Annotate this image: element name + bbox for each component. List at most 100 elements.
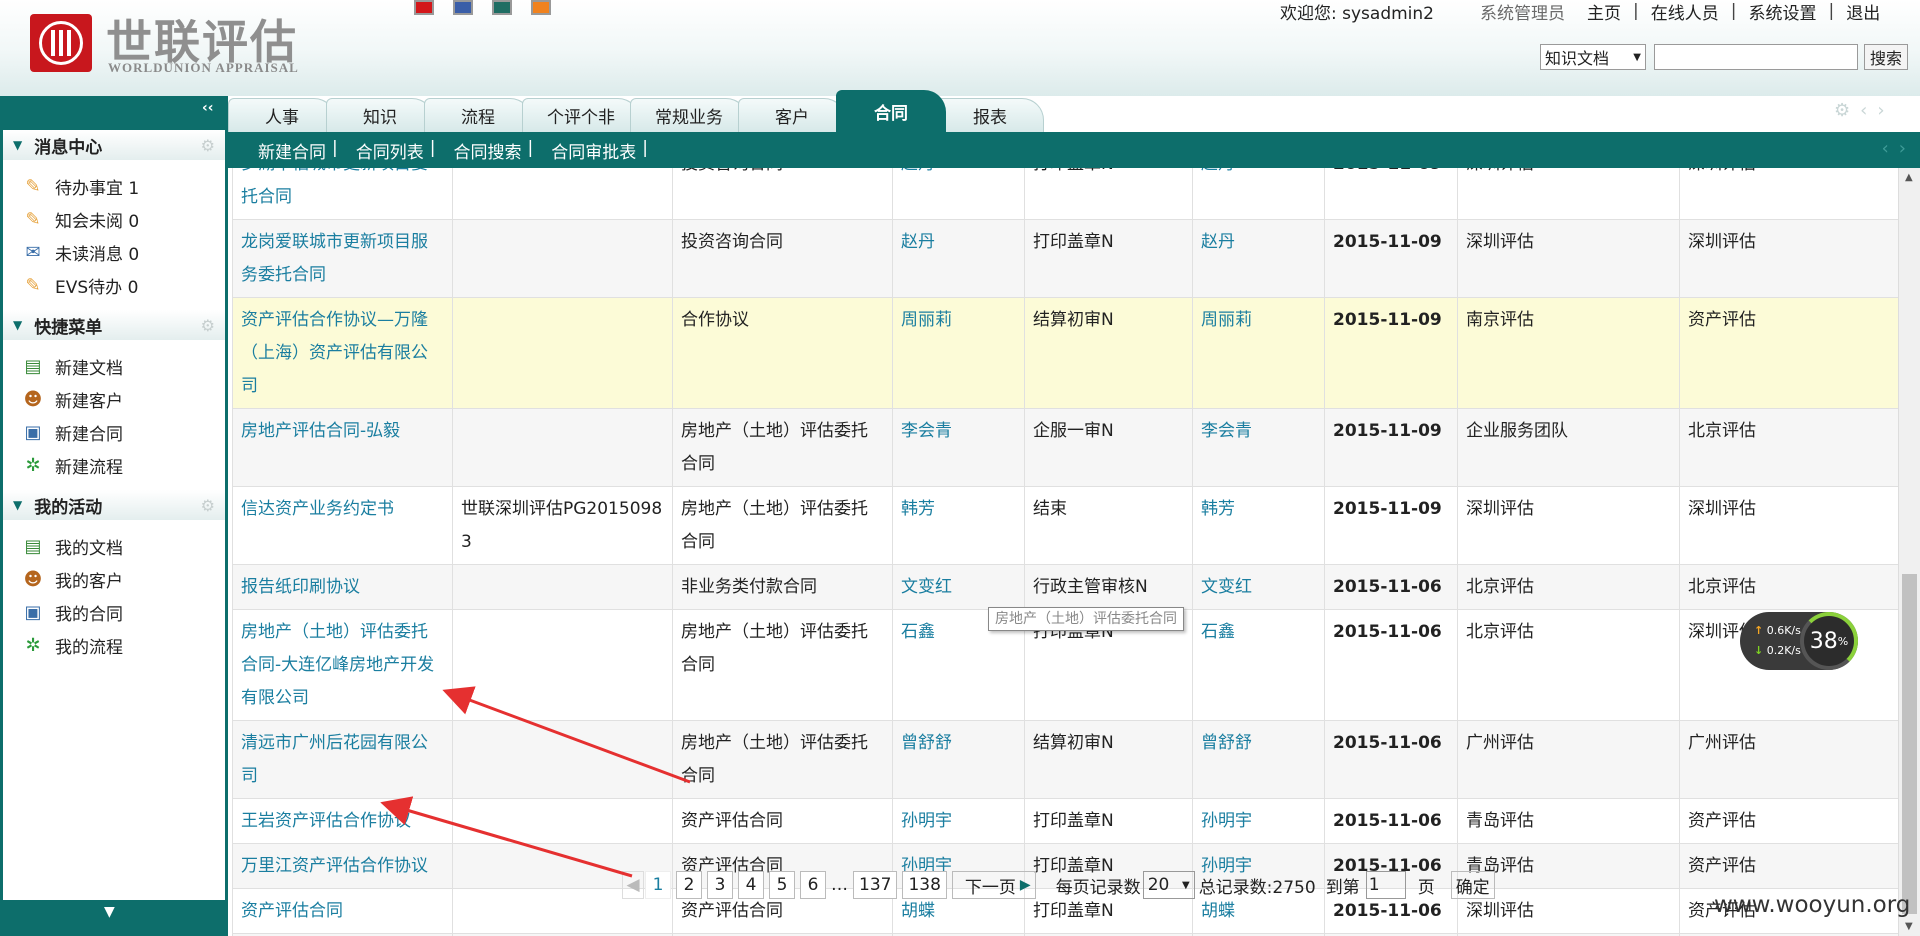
table-cell[interactable]: 文变红 [1192,564,1325,610]
gear-icon[interactable]: ⚙ [1834,100,1850,121]
table-cell[interactable]: 孙明宇 [892,798,1025,844]
sidebar-section-header[interactable]: ▼ 我的活动 ⚙ [3,490,225,520]
page-button[interactable]: 5 [769,871,795,899]
goto-page-input[interactable]: 1 [1365,871,1406,899]
table-row[interactable]: 龙岗爱联城市更新项目服务委托合同 投资咨询合同 赵丹 打印盖章N 赵丹 2015-11-0… [232,219,1901,298]
sidebar-item[interactable]: ▤ 新建文档 [21,350,225,383]
sidebar-item[interactable]: ✉ 未读消息 0 [21,236,225,269]
logout-link[interactable]: 退出 [1846,0,1880,24]
table-cell[interactable]: 龙岗爱联城市更新项目服务委托合同 [232,219,453,298]
table-cell[interactable]: 房地产评估合同-弘毅 [232,408,453,487]
table-cell[interactable]: 韩芳 [892,486,1025,565]
table-cell[interactable]: 韩芳 [1192,486,1325,565]
table-cell[interactable]: 赵丹 [892,219,1025,298]
sidebar-item[interactable]: ☻ 新建客户 [21,383,225,416]
network-monitor-widget[interactable]: ↑ 0.6K/s ↓ 0.2K/s 38% [1740,612,1858,670]
table-cell[interactable]: 赵丹 [1192,219,1325,298]
sidebar-item[interactable]: ✎ 知会未阅 0 [21,203,225,236]
table-cell[interactable]: 万里江资产评估合作协议 [232,843,453,889]
table-cell[interactable]: 周丽莉 [1192,297,1325,409]
tab-6[interactable]: 合同 [836,90,946,132]
per-page-select[interactable]: 20 ▼ [1142,871,1195,899]
chevron-right-icon[interactable]: › [1899,138,1906,159]
page-button[interactable]: 138 [902,871,947,899]
table-row[interactable]: 清远市广州后花园有限公司 房地产（土地）评估委托合同 曾舒舒 结算初审N 曾舒舒 2015… [232,720,1901,799]
table-cell[interactable]: 资产评估合作协议—万隆（上海）资产评估有限公司 [232,297,453,409]
chevron-left-icon[interactable]: ‹ [1860,100,1867,121]
table-cell[interactable]: 信达资产业务约定书 [232,486,453,565]
table-cell[interactable]: 曾舒舒 [892,720,1025,799]
sidebar-item[interactable]: ✎ 待办事宜 1 [21,170,225,203]
prev-page-icon[interactable]: ◀ [622,871,644,899]
sidebar-item[interactable]: ✲ 我的流程 [21,629,225,662]
tab-0[interactable]: 人事 [228,98,336,132]
table-row[interactable]: 资产评估合作协议—万隆（上海）资产评估有限公司 合作协议 周丽莉 结算初审N 周丽莉 20… [232,297,1901,409]
table-cell[interactable]: 王岩资产评估合作协议 [232,798,453,844]
scroll-down-icon[interactable]: ▼ [1905,921,1913,932]
table-cell[interactable]: 清远市广州后花园有限公司 [232,720,453,799]
tab-5[interactable]: 客户 [738,98,846,132]
scrollbar-thumb[interactable] [1902,574,1917,914]
skin-swatch[interactable] [453,0,473,15]
table-cell[interactable]: 曾舒舒 [1192,720,1325,799]
online-users-link[interactable]: 在线人员 [1651,0,1719,24]
gear-icon[interactable]: ⚙ [201,136,215,155]
table-cell[interactable]: 石鑫 [1192,609,1325,721]
tab-3[interactable]: 个评个非 [522,98,640,132]
search-input[interactable] [1654,44,1858,70]
collapse-left-icon[interactable]: ‹‹ [202,100,214,116]
chevron-down-icon[interactable]: ▼ [104,904,115,920]
chevron-left-icon[interactable]: ‹ [1882,138,1889,159]
table-cell[interactable]: 罗湖早稻城市更新项目委托合同 [232,168,453,220]
page-button[interactable]: 1 [645,871,671,899]
sidebar-section-header[interactable]: ▼ 快捷菜单 ⚙ [3,310,225,340]
table-row[interactable]: 罗湖早稻城市更新项目委托合同投资咨询合同赵丹打印盖章N赵丹2015-11-09深… [232,168,1901,220]
page-button[interactable]: 4 [738,871,764,899]
gear-icon[interactable]: ⚙ [201,496,215,515]
confirm-button[interactable]: 确定 [1450,871,1495,899]
sidebar-item[interactable]: ✎ EVS待办 0 [21,269,225,302]
vertical-scrollbar[interactable]: ▲ ▼ [1898,168,1920,936]
table-cell[interactable]: 赵丹 [892,168,1025,220]
table-cell[interactable]: 赵丹 [1192,168,1325,220]
skin-swatch[interactable] [531,0,551,15]
table-row[interactable]: 信达资产业务约定书 世联深圳评估PG20150983 房地产（土地）评估委托合同 韩芳… [232,486,1901,565]
next-page-button[interactable]: 下一页 ▶ [951,871,1036,899]
table-cell[interactable]: 孙明宇 [1192,798,1325,844]
chevron-right-icon[interactable]: › [1877,100,1884,121]
page-button[interactable]: 6 [800,871,826,899]
table-cell[interactable]: 资产评估合同 [232,888,453,934]
table-cell[interactable]: 房地产（土地）评估委托合同-大连亿峰房地产开发有限公司 [232,609,453,721]
tab-1[interactable]: 知识 [326,98,434,132]
sidebar-item[interactable]: ☻ 我的客户 [21,563,225,596]
sidebar-item[interactable]: ✲ 新建流程 [21,449,225,482]
sidebar-item[interactable]: ▣ 新建合同 [21,416,225,449]
table-cell[interactable]: 李会青 [1192,408,1325,487]
tab-7[interactable]: 报表 [936,98,1044,132]
sidebar-section-header[interactable]: ▼ 消息中心 ⚙ [3,130,225,160]
page-button[interactable]: 137 [853,871,898,899]
subnav-item[interactable]: 合同搜索 [453,138,521,163]
scroll-up-icon[interactable]: ▲ [1905,172,1913,183]
gear-icon[interactable]: ⚙ [201,316,215,335]
table-row[interactable]: 王岩资产评估合作协议 资产评估合同 孙明宇 打印盖章N 孙明宇 2015-11-06 青岛评… [232,798,1901,844]
skin-swatch[interactable] [492,0,512,15]
page-button[interactable]: 2 [676,871,702,899]
subnav-item[interactable]: 合同审批表 [551,138,636,163]
sidebar-item[interactable]: ▣ 我的合同 [21,596,225,629]
table-cell[interactable]: 报告纸印刷协议 [232,564,453,610]
table-row[interactable]: 报告纸印刷协议 非业务类付款合同 文变红 行政主管审核N 文变红 2015-11-06 北京… [232,564,1901,610]
sidebar-item[interactable]: ▤ 我的文档 [21,530,225,563]
subnav-item[interactable]: 合同列表 [356,138,424,163]
table-cell[interactable]: 周丽莉 [892,297,1025,409]
skin-swatch[interactable] [414,0,434,15]
home-link[interactable]: 主页 [1587,0,1621,24]
subnav-item[interactable]: 新建合同 [258,138,326,163]
system-settings-link[interactable]: 系统设置 [1748,0,1816,24]
table-cell[interactable]: 李会青 [892,408,1025,487]
page-button[interactable]: 3 [707,871,733,899]
table-cell[interactable]: 文变红 [892,564,1025,610]
tab-2[interactable]: 流程 [424,98,532,132]
tab-4[interactable]: 常规业务 [630,98,748,132]
search-scope-select[interactable]: 知识文档 ▼ [1540,44,1646,70]
